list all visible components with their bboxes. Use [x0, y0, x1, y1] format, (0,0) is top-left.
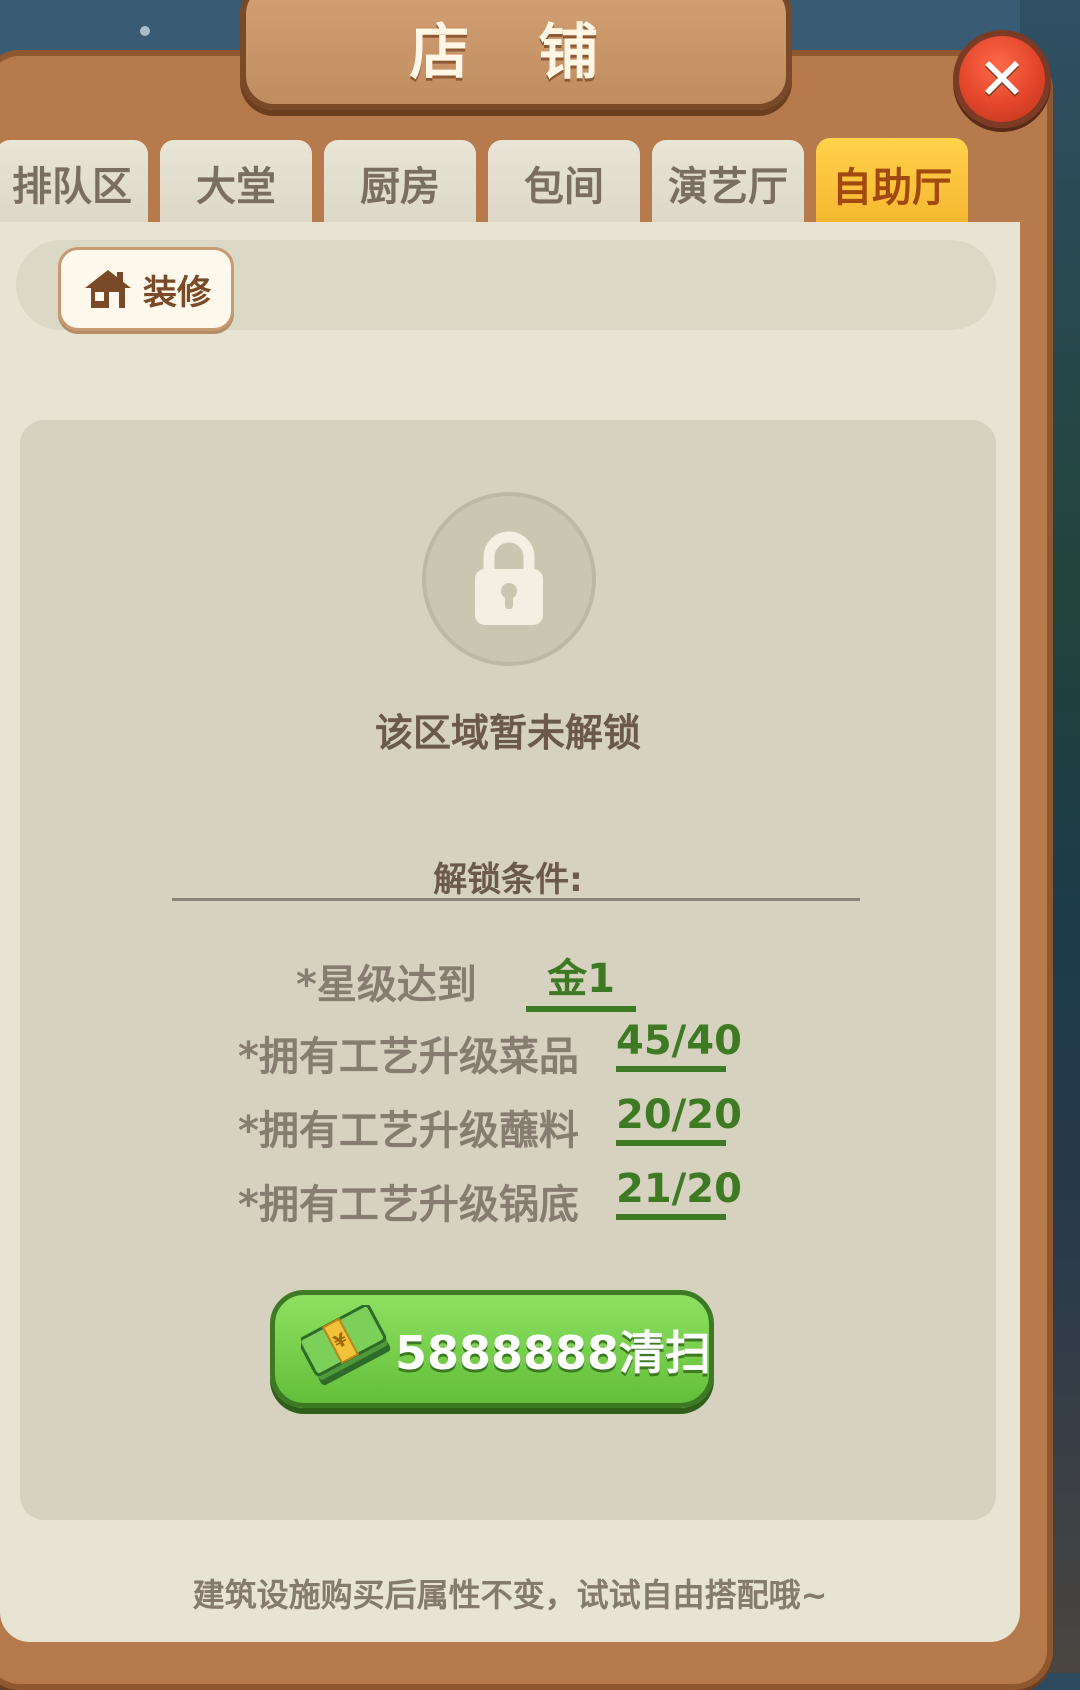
shop-dialog: 店 铺 ✕ 排队区 大堂 厨房 包间 演艺厅 自助厅 装修 该区域暂未解锁 解锁… — [0, 0, 1051, 1673]
clean-button-label: 5888888清扫 — [395, 1326, 712, 1380]
clean-button[interactable]: ¥ 5888888清扫 — [270, 1290, 714, 1408]
unlock-conditions-title: 解锁条件: — [433, 860, 583, 900]
condition-sauces-label: *拥有工艺升级蘸料 — [238, 1108, 579, 1154]
condition-dishes-value: 45/40 — [616, 1018, 742, 1072]
tab-performance-hall[interactable]: 演艺厅 — [652, 140, 804, 226]
cash-icon: ¥ — [301, 1305, 391, 1386]
tab-lobby[interactable]: 大堂 — [160, 140, 312, 226]
close-icon: ✕ — [977, 45, 1027, 113]
decorate-button[interactable]: 装修 — [58, 247, 234, 331]
locked-message: 该区域暂未解锁 — [374, 711, 641, 755]
lock-icon — [475, 531, 543, 625]
title-plaque: 店 铺 — [240, 0, 792, 110]
condition-sauces-value: 20/20 — [616, 1092, 742, 1146]
page-title: 店 铺 — [409, 18, 623, 88]
condition-soup-base-label: *拥有工艺升级锅底 — [238, 1182, 579, 1228]
decorate-label: 装修 — [143, 272, 211, 313]
lock-badge — [422, 492, 596, 666]
close-button[interactable]: ✕ — [953, 30, 1051, 128]
footer-tip: 建筑设施购买后属性不变，试试自由搭配哦~ — [192, 1576, 828, 1614]
divider — [172, 898, 860, 901]
tab-kitchen[interactable]: 厨房 — [324, 140, 476, 226]
condition-dishes-label: *拥有工艺升级菜品 — [238, 1034, 579, 1080]
tab-queue-area[interactable]: 排队区 — [0, 140, 148, 226]
condition-soup-base-value: 21/20 — [616, 1166, 742, 1220]
house-icon — [85, 270, 131, 308]
main-panel: 装修 该区域暂未解锁 解锁条件: *星级达到 金1 *拥有工艺升级菜品 45/4… — [0, 222, 1020, 1642]
condition-star-level-value: 金1 — [526, 946, 636, 1012]
condition-star-level-label: *星级达到 — [296, 962, 477, 1008]
tab-buffet-hall[interactable]: 自助厅 — [816, 138, 968, 230]
tab-private-room[interactable]: 包间 — [488, 140, 640, 226]
